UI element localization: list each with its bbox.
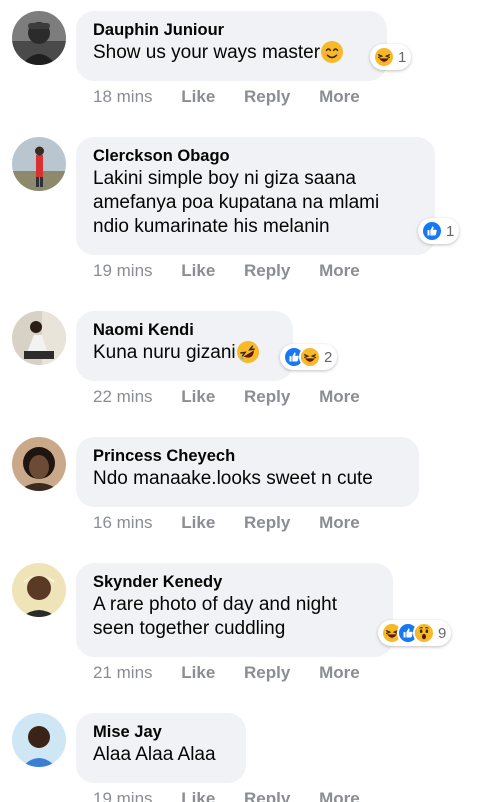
reaction-summary[interactable]: 9: [378, 620, 452, 646]
comment-actions: 16 mins Like Reply More: [93, 513, 384, 533]
timestamp[interactable]: 18 mins: [93, 87, 153, 107]
comment-bubble[interactable]: Naomi Kendi Kuna nuru gizani: [76, 311, 293, 381]
reply-button[interactable]: Reply: [244, 789, 290, 802]
reaction-summary[interactable]: 2: [280, 344, 338, 370]
comment-text: Show us your ways master: [93, 42, 321, 63]
like-button[interactable]: Like: [181, 87, 215, 107]
comment-bubble[interactable]: Dauphin Juniour Show us your ways master: [76, 11, 387, 81]
reaction-count: 2: [324, 348, 333, 366]
comment-bubble[interactable]: Skynder Kenedy A rare photo of day and n…: [76, 563, 393, 657]
timestamp[interactable]: 19 mins: [93, 789, 153, 802]
comment-actions: 19 mins Like Reply More: [93, 789, 384, 802]
timestamp[interactable]: 19 mins: [93, 261, 153, 281]
comment-actions: 19 mins Like Reply More: [93, 261, 384, 281]
comment-text: Ndo manaake.looks sweet n cute: [93, 468, 373, 489]
author-name[interactable]: Naomi Kendi: [93, 319, 277, 341]
timestamp[interactable]: 22 mins: [93, 387, 153, 407]
avatar[interactable]: [12, 137, 66, 191]
comment-bubble[interactable]: Mise Jay Alaa Alaa Alaa: [76, 713, 246, 783]
comment-actions: 21 mins Like Reply More: [93, 663, 384, 683]
comment-bubble[interactable]: Clerckson Obago Lakini simple boy ni giz…: [76, 137, 435, 255]
like-button[interactable]: Like: [181, 789, 215, 802]
comment-bubble[interactable]: Princess Cheyech Ndo manaake.looks sweet…: [76, 437, 419, 507]
smile-emoji-icon: [321, 41, 343, 63]
more-button[interactable]: More: [319, 663, 360, 683]
author-name[interactable]: Dauphin Juniour: [93, 19, 371, 41]
more-button[interactable]: More: [319, 261, 360, 281]
reply-button[interactable]: Reply: [244, 513, 290, 533]
author-name[interactable]: Clerckson Obago: [93, 145, 419, 167]
avatar[interactable]: [12, 11, 66, 65]
comment-actions: 22 mins Like Reply More: [93, 387, 384, 407]
avatar[interactable]: [12, 437, 66, 491]
comment-text: Alaa Alaa Alaa: [93, 744, 216, 765]
reply-button[interactable]: Reply: [244, 261, 290, 281]
rofl-emoji-icon: [237, 341, 259, 363]
more-button[interactable]: More: [319, 513, 360, 533]
reaction-count: 1: [398, 48, 407, 66]
like-button[interactable]: Like: [181, 513, 215, 533]
comment-text: Kuna nuru gizani: [93, 342, 236, 363]
reply-button[interactable]: Reply: [244, 87, 290, 107]
haha-reaction-icon: [373, 46, 395, 68]
haha-reaction-icon: [299, 346, 321, 368]
like-button[interactable]: Like: [181, 663, 215, 683]
wow-reaction-icon: [413, 622, 435, 644]
avatar[interactable]: [12, 311, 66, 365]
more-button[interactable]: More: [319, 387, 360, 407]
like-button[interactable]: Like: [181, 261, 215, 281]
timestamp[interactable]: 21 mins: [93, 663, 153, 683]
author-name[interactable]: Mise Jay: [93, 721, 230, 743]
avatar[interactable]: [12, 563, 66, 617]
more-button[interactable]: More: [319, 87, 360, 107]
timestamp[interactable]: 16 mins: [93, 513, 153, 533]
comment-actions: 18 mins Like Reply More: [93, 87, 384, 107]
more-button[interactable]: More: [319, 789, 360, 802]
reply-button[interactable]: Reply: [244, 387, 290, 407]
like-reaction-icon: [421, 220, 443, 242]
reaction-count: 1: [446, 222, 455, 240]
author-name[interactable]: Princess Cheyech: [93, 445, 403, 467]
author-name[interactable]: Skynder Kenedy: [93, 571, 377, 593]
reaction-summary[interactable]: 1: [370, 44, 412, 70]
reply-button[interactable]: Reply: [244, 663, 290, 683]
comments-list: Dauphin Juniour Show us your ways master…: [0, 0, 480, 802]
reaction-count: 9: [438, 624, 447, 642]
comment-text: Lakini simple boy ni giza saana amefanya…: [93, 168, 380, 237]
like-button[interactable]: Like: [181, 387, 215, 407]
reaction-summary[interactable]: 1: [418, 218, 460, 244]
comment-text: A rare photo of day and night seen toget…: [93, 594, 338, 639]
avatar[interactable]: [12, 713, 66, 767]
